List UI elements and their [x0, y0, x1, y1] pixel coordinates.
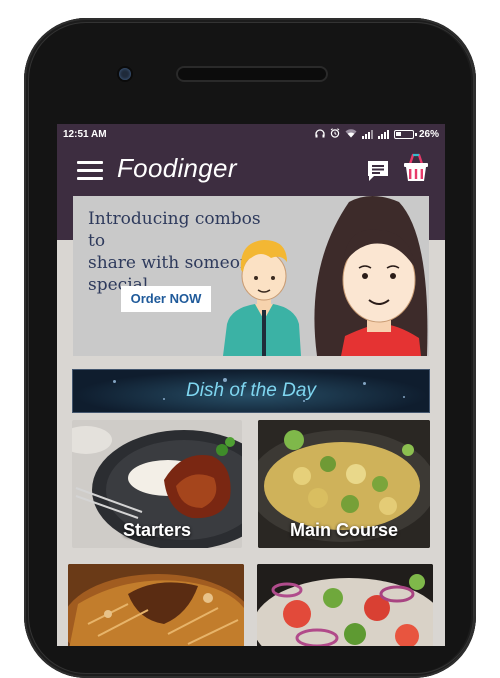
headphones-icon — [315, 128, 325, 141]
app-title: Foodinger — [117, 153, 237, 183]
promo-banner[interactable]: Introducing combos to share with someone… — [73, 196, 429, 356]
earpiece-speaker — [176, 66, 328, 82]
wifi-icon — [345, 128, 357, 141]
category-tile-starters[interactable]: Starters — [72, 420, 242, 548]
category-tile-4[interactable] — [257, 564, 433, 646]
order-now-button[interactable]: Order NOW — [121, 286, 211, 312]
category-label-main-course: Main Course — [289, 520, 399, 540]
category-3-image — [68, 564, 244, 646]
battery-icon — [393, 130, 417, 139]
dish-of-the-day-banner[interactable]: Dish of the Day — [72, 369, 430, 413]
menu-icon[interactable] — [77, 161, 103, 181]
status-time: 12:51 AM — [63, 129, 107, 140]
signal-icon-1 — [361, 130, 373, 139]
app-screen: 12:51 AM 26% Foodinger Introducing combo… — [57, 124, 445, 646]
basket-icon[interactable] — [401, 152, 431, 184]
chat-icon[interactable] — [365, 158, 391, 184]
front-camera — [119, 68, 131, 80]
category-label-starters: Starters — [122, 520, 192, 540]
status-icons: 26% — [315, 128, 439, 141]
battery-percent: 26% — [418, 129, 439, 140]
category-tile-3[interactable] — [68, 564, 244, 646]
promo-illustration — [223, 196, 428, 356]
category-4-image — [257, 564, 433, 646]
status-bar: 12:51 AM 26% — [57, 124, 445, 146]
category-tile-main-course[interactable]: Main Course — [258, 420, 430, 548]
signal-icon-2 — [377, 130, 389, 139]
dish-of-the-day-label: Dish of the Day — [186, 380, 316, 401]
app-bar: Foodinger — [57, 146, 445, 194]
alarm-icon — [330, 128, 340, 141]
